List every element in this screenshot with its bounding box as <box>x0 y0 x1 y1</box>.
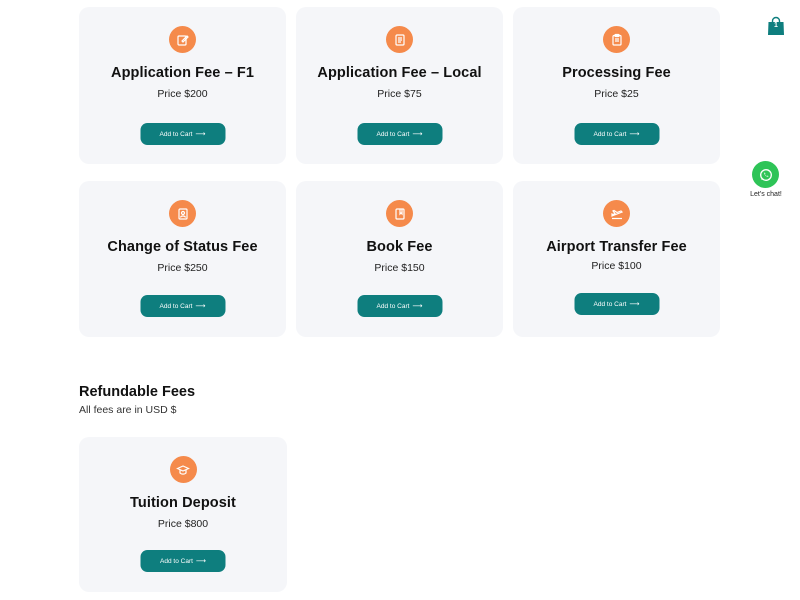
clipboard-icon <box>603 26 630 53</box>
price-value: $250 <box>184 262 208 274</box>
book-icon <box>386 200 413 227</box>
id-card-icon <box>169 200 196 227</box>
price-value: $200 <box>184 88 208 100</box>
button-label: Add to Cart <box>159 130 193 138</box>
whatsapp-icon <box>759 168 772 181</box>
airplane-icon <box>603 200 630 227</box>
button-label: Add to Cart <box>593 300 627 308</box>
price-value: $25 <box>621 88 639 100</box>
add-to-cart-button[interactable]: Add to Cart ⟶ <box>574 293 659 315</box>
button-label: Add to Cart <box>593 130 627 138</box>
card-price: Price $250 <box>157 262 207 274</box>
card-title: Tuition Deposit <box>130 495 236 511</box>
card-price: Price $150 <box>374 262 424 274</box>
document-icon <box>386 26 413 53</box>
price-value: $800 <box>184 518 209 530</box>
fee-card-change-of-status: Change of Status Fee Price $250 Add to C… <box>79 181 286 337</box>
card-price: Price $75 <box>377 88 421 100</box>
arrow-right-icon: ⟶ <box>195 131 206 138</box>
add-to-cart-button[interactable]: Add to Cart ⟶ <box>140 295 225 317</box>
button-label: Add to Cart <box>376 302 410 310</box>
fee-card-application-f1: Application Fee – F1 Price $200 Add to C… <box>79 7 286 164</box>
edit-icon <box>169 26 196 53</box>
arrow-right-icon: ⟶ <box>412 131 423 138</box>
button-label: Add to Cart <box>376 130 410 138</box>
price-label: Price <box>157 262 182 274</box>
graduation-cap-icon <box>169 456 197 483</box>
arrow-right-icon: ⟶ <box>629 131 640 138</box>
price-value: $150 <box>401 262 425 274</box>
fee-card-application-local: Application Fee – Local Price $75 Add to… <box>296 7 503 164</box>
card-title: Airport Transfer Fee <box>546 239 687 255</box>
add-to-cart-button[interactable]: Add to Cart ⟶ <box>357 295 442 317</box>
page: Application Fee – F1 Price $200 Add to C… <box>0 0 800 600</box>
add-to-cart-button[interactable]: Add to Cart ⟶ <box>140 123 225 145</box>
price-label: Price <box>157 88 182 100</box>
section-subtitle: All fees are in USD $ <box>79 404 177 416</box>
cart-count-badge: 1 <box>774 22 778 29</box>
fee-card-book: Book Fee Price $150 Add to Cart ⟶ <box>296 181 503 337</box>
chat-label: Let's chat! <box>750 191 782 198</box>
arrow-right-icon: ⟶ <box>629 301 640 308</box>
arrow-right-icon: ⟶ <box>195 303 206 310</box>
arrow-right-icon: ⟶ <box>195 558 206 565</box>
price-label: Price <box>377 88 402 100</box>
add-to-cart-button[interactable]: Add to Cart ⟶ <box>140 550 226 572</box>
card-title: Application Fee – Local <box>317 65 482 81</box>
card-price: Price $100 <box>591 260 641 272</box>
whatsapp-chat-button[interactable] <box>752 161 779 188</box>
section-title: Refundable Fees <box>79 384 196 400</box>
card-price: Price $200 <box>157 88 207 100</box>
button-label: Add to Cart <box>159 302 193 310</box>
fee-card-tuition-deposit: Tuition Deposit Price $800 Add to Cart ⟶ <box>79 437 287 592</box>
card-price: Price $25 <box>594 88 638 100</box>
add-to-cart-button[interactable]: Add to Cart ⟶ <box>357 123 442 145</box>
price-label: Price <box>374 262 399 274</box>
add-to-cart-button[interactable]: Add to Cart ⟶ <box>574 123 659 145</box>
card-title: Processing Fee <box>562 65 671 81</box>
fee-card-processing: Processing Fee Price $25 Add to Cart ⟶ <box>513 7 720 164</box>
cart-button[interactable]: 1 <box>766 16 786 36</box>
price-label: Price <box>157 518 182 530</box>
price-value: $75 <box>404 88 422 100</box>
price-label: Price <box>591 260 616 272</box>
card-title: Application Fee – F1 <box>111 65 254 81</box>
fee-card-airport-transfer: Airport Transfer Fee Price $100 Add to C… <box>513 181 720 337</box>
button-label: Add to Cart <box>160 557 193 565</box>
card-title: Change of Status Fee <box>107 239 258 255</box>
card-title: Book Fee <box>366 239 433 255</box>
price-value: $100 <box>618 260 642 272</box>
price-label: Price <box>594 88 619 100</box>
arrow-right-icon: ⟶ <box>412 303 423 310</box>
card-price: Price $800 <box>158 518 208 530</box>
